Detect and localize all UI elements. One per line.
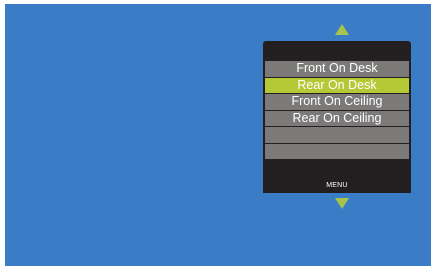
menu-option-front-on-desk[interactable]: Front On Desk [265,61,409,77]
menu-footer-label: MENU [326,182,348,189]
menu-options-list: Front On Desk Rear On Desk Front On Ceil… [265,61,409,159]
menu-option-empty [265,127,409,143]
projection-menu: Front On Desk Rear On Desk Front On Ceil… [263,41,411,193]
menu-option-empty [265,143,409,159]
menu-option-rear-on-desk[interactable]: Rear On Desk [265,77,409,93]
scroll-up-arrow-icon[interactable] [335,24,349,35]
scroll-down-arrow-icon[interactable] [335,198,349,209]
menu-option-rear-on-ceiling[interactable]: Rear On Ceiling [265,110,409,126]
projector-screen: Front On Desk Rear On Desk Front On Ceil… [5,4,431,266]
menu-header [263,41,411,61]
menu-option-front-on-ceiling[interactable]: Front On Ceiling [265,94,409,110]
